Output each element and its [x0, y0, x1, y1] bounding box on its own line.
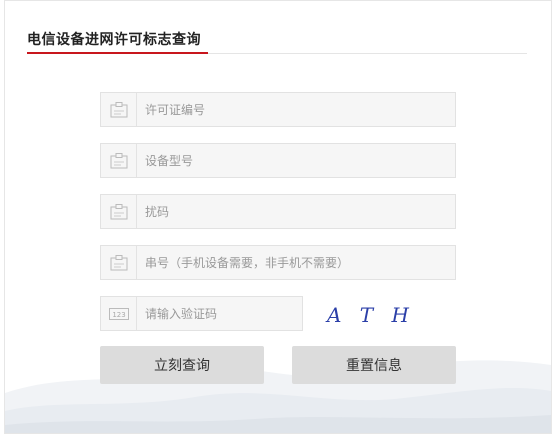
captcha-icon: 123	[101, 297, 137, 330]
page-title: 电信设备进网许可标志查询	[27, 32, 201, 48]
title-accent-underline	[27, 52, 208, 54]
query-panel: 电信设备进网许可标志查询 123 A T H W 立刻查询 重置信息	[4, 0, 552, 434]
mountain-background	[5, 360, 551, 433]
query-button[interactable]: 立刻查询	[100, 346, 264, 384]
certificate-icon	[101, 144, 137, 177]
captcha-field[interactable]: 123	[100, 296, 303, 331]
certificate-icon	[101, 246, 137, 279]
device-model-input[interactable]	[137, 143, 447, 178]
reset-button[interactable]: 重置信息	[292, 346, 456, 384]
captcha-image-text: A T H W	[325, 303, 423, 327]
serial-number-field[interactable]	[100, 245, 456, 280]
captcha-image[interactable]: A T H W	[323, 298, 423, 332]
serial-number-input[interactable]	[137, 245, 447, 280]
certificate-icon	[101, 93, 137, 126]
scramble-code-field[interactable]	[100, 194, 456, 229]
captcha-icon-text: 123	[112, 311, 125, 319]
license-number-input[interactable]	[137, 92, 447, 127]
device-model-field[interactable]	[100, 143, 456, 178]
certificate-icon	[101, 195, 137, 228]
scramble-code-input[interactable]	[137, 194, 447, 229]
captcha-input[interactable]	[137, 296, 297, 331]
license-number-field[interactable]	[100, 92, 456, 127]
